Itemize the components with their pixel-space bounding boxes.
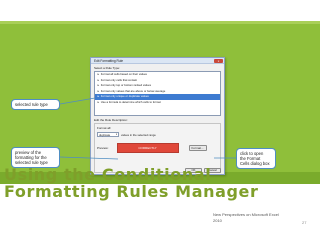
preview-row: Preview: CORRECTLY Format...	[97, 143, 218, 153]
band-highlight	[0, 21, 320, 24]
duplicate-dropdown[interactable]: duplicate ▾	[97, 132, 119, 137]
range-text: values in the selected range	[121, 132, 156, 137]
edit-description-label: Edit the Rule Description:	[94, 118, 128, 122]
select-rule-type-label: Select a Rule Type:	[94, 66, 120, 70]
headline-line-2: Formatting Rules Manager	[4, 182, 259, 201]
callout-selected-rule-type: selected rule type	[11, 99, 60, 110]
dialog-title: Edit Formatting Rule	[94, 59, 124, 63]
close-icon[interactable]: x	[214, 59, 223, 63]
format-all-label: Format all:	[97, 126, 112, 130]
page-number: 27	[302, 220, 307, 225]
headline-line-1: Using the Conditional	[4, 165, 212, 184]
format-preview: CORRECTLY	[116, 143, 179, 153]
chevron-down-icon: ▾	[115, 133, 118, 136]
format-all-row: duplicate ▾ values in the selected range	[97, 132, 218, 137]
arrow-icon: ►	[97, 72, 100, 76]
arrow-icon: ►	[97, 99, 100, 104]
dialog-body: Select a Rule Type: ►Format all cells ba…	[91, 64, 224, 175]
callout-open-format-cells: click to open the Format Cells dialog bo…	[236, 148, 276, 169]
footer-source: New Perspectives on Microsoft Excel 2010	[213, 212, 279, 223]
rule-type-item[interactable]: ►Use a formula to determine which cells …	[95, 100, 220, 106]
slide: Edit Formatting Rule x Select a Rule Typ…	[0, 0, 320, 240]
arrow-icon: ►	[97, 94, 100, 98]
preview-label: Preview:	[97, 146, 109, 150]
rule-type-list[interactable]: ►Format all cells based on their values …	[94, 71, 221, 116]
arrow-icon: ►	[97, 88, 100, 93]
arrow-icon: ►	[97, 83, 100, 87]
dropdown-value: duplicate	[99, 133, 111, 137]
arrow-icon: ►	[97, 77, 100, 82]
slide-headline: Using the Conditional Formatting Rules M…	[4, 165, 259, 201]
edit-formatting-rule-dialog: Edit Formatting Rule x Select a Rule Typ…	[90, 57, 225, 175]
format-button[interactable]: Format...	[188, 145, 207, 151]
